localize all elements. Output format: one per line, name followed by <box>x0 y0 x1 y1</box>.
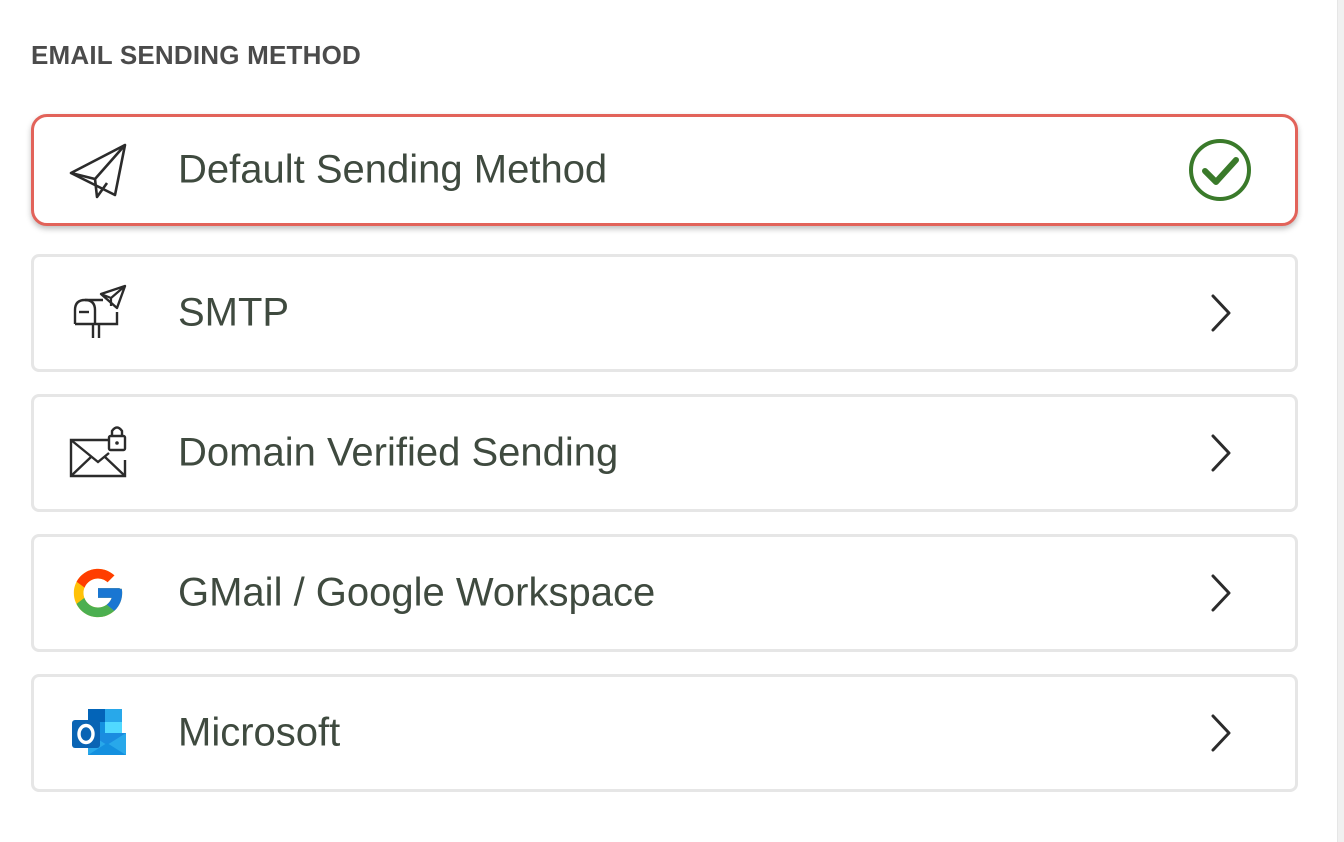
scrollbar-track <box>1337 0 1344 842</box>
google-logo-icon <box>67 562 129 624</box>
check-circle-icon <box>1187 137 1253 203</box>
method-default[interactable]: Default Sending Method <box>31 114 1298 226</box>
sending-method-list: Default Sending Method SMTP Domain Verif… <box>31 114 1298 814</box>
paper-plane-icon <box>67 139 129 201</box>
method-label: Microsoft <box>178 710 341 755</box>
chevron-right-icon <box>1187 700 1253 766</box>
method-label: Default Sending Method <box>178 147 608 192</box>
mailbox-icon <box>67 282 129 344</box>
section-title: EMAIL SENDING METHOD <box>31 40 361 70</box>
envelope-lock-icon <box>67 422 129 484</box>
method-smtp[interactable]: SMTP <box>31 254 1298 372</box>
method-label: SMTP <box>178 290 290 335</box>
chevron-right-icon <box>1187 280 1253 346</box>
chevron-right-icon <box>1187 560 1253 626</box>
method-label: Domain Verified Sending <box>178 430 619 475</box>
method-microsoft[interactable]: Microsoft <box>31 674 1298 792</box>
method-google[interactable]: GMail / Google Workspace <box>31 534 1298 652</box>
method-label: GMail / Google Workspace <box>178 570 656 615</box>
chevron-right-icon <box>1187 420 1253 486</box>
method-domain-verified[interactable]: Domain Verified Sending <box>31 394 1298 512</box>
outlook-logo-icon <box>67 702 129 764</box>
